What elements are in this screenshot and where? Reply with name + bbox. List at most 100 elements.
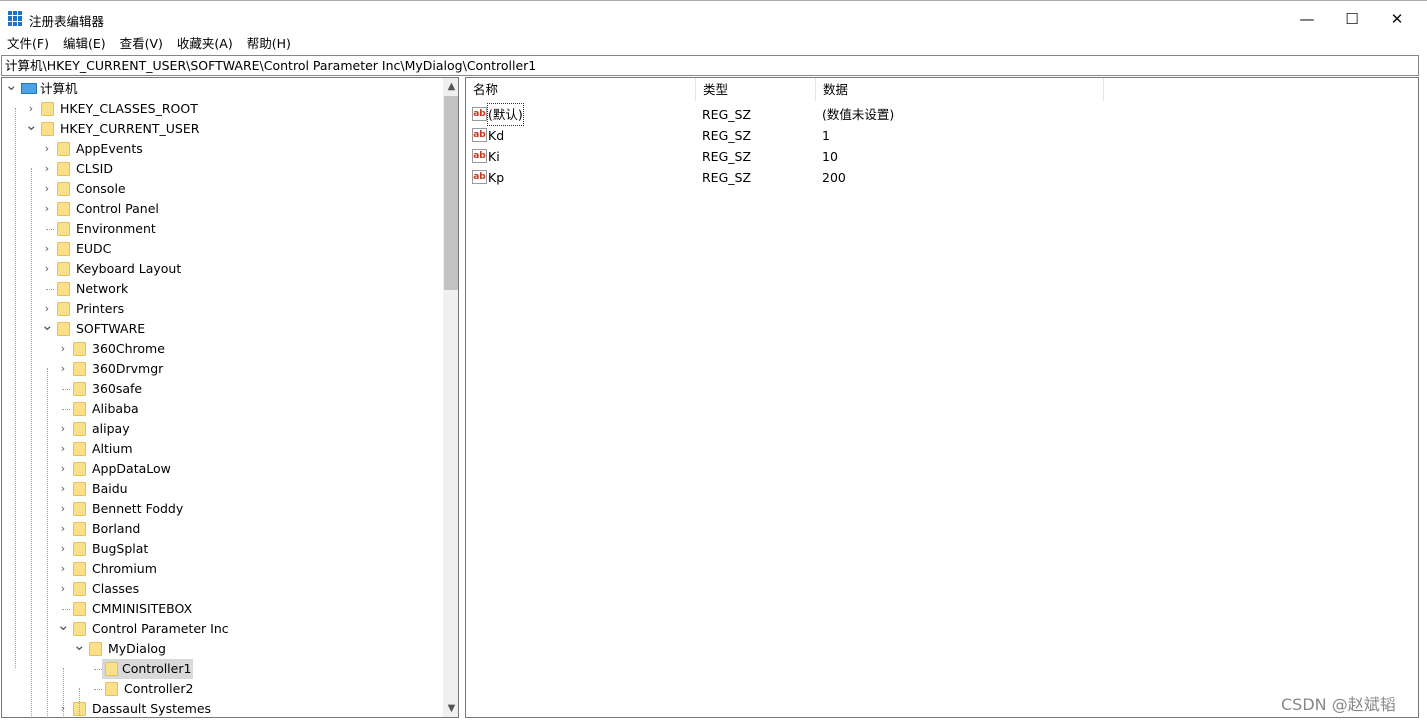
values-list[interactable]: 名称 类型 数据 ab (默认) REG_SZ (数值未设置) ab Kd REG…	[465, 77, 1419, 718]
column-type[interactable]: 类型	[696, 78, 816, 101]
address-bar[interactable]: 计算机\HKEY_CURRENT_USER\SOFTWARE\Control P…	[1, 55, 1419, 76]
folder-icon	[73, 402, 86, 416]
chevron-down-icon[interactable]: ⌄	[41, 315, 54, 335]
tree-item-label: Chromium	[92, 561, 157, 576]
column-data[interactable]: 数据	[816, 78, 1104, 101]
tree-item[interactable]: › Classes	[2, 579, 442, 599]
scroll-thumb[interactable]	[444, 96, 458, 290]
scroll-up-icon[interactable]: ▲	[443, 78, 458, 95]
menu-file[interactable]: 文件(F)	[0, 35, 56, 54]
tree-item[interactable]: › 360Drvmgr	[2, 359, 442, 379]
folder-icon	[41, 102, 54, 116]
tree-connector	[62, 409, 70, 410]
tree-item-label: Controller2	[124, 681, 194, 696]
tree-item[interactable]: › AppDataLow	[2, 459, 442, 479]
folder-icon	[105, 682, 118, 696]
chevron-right-icon[interactable]: ›	[57, 559, 69, 579]
tree-item[interactable]: 360safe	[2, 379, 442, 399]
tree-item-label: Console	[76, 181, 126, 196]
column-name[interactable]: 名称	[466, 78, 696, 101]
tree-item-label: BugSplat	[92, 541, 149, 556]
value-name: Kp	[488, 170, 505, 185]
chevron-down-icon[interactable]: ⌄	[73, 635, 86, 655]
tree-item[interactable]: Controller1	[2, 659, 442, 679]
chevron-right-icon[interactable]: ›	[57, 499, 69, 519]
chevron-down-icon[interactable]: ⌄	[25, 115, 38, 135]
tree-item[interactable]: Environment	[2, 219, 442, 239]
tree-item[interactable]: › AppEvents	[2, 139, 442, 159]
tree-item[interactable]: Alibaba	[2, 399, 442, 419]
chevron-right-icon[interactable]: ›	[41, 259, 53, 279]
maximize-button[interactable]: ☐	[1329, 1, 1375, 36]
chevron-right-icon[interactable]: ›	[41, 179, 53, 199]
tree-item-label: Classes	[92, 581, 140, 596]
tree-item-label: Baidu	[92, 481, 128, 496]
menu-favorites[interactable]: 收藏夹(A)	[170, 35, 240, 54]
tree-guide-line	[63, 668, 64, 717]
tree-item[interactable]: Controller2	[2, 679, 442, 699]
value-row[interactable]: ab Kd REG_SZ 1	[466, 125, 1366, 146]
window-title: 注册表编辑器	[29, 14, 105, 29]
chevron-right-icon[interactable]: ›	[57, 419, 69, 439]
tree-item[interactable]: › Control Panel	[2, 199, 442, 219]
folder-icon	[57, 222, 70, 236]
chevron-right-icon[interactable]: ›	[57, 359, 69, 379]
tree-item-label: Network	[76, 281, 129, 296]
chevron-right-icon[interactable]: ›	[57, 539, 69, 559]
tree-item[interactable]: › Baidu	[2, 479, 442, 499]
tree-item[interactable]: › EUDC	[2, 239, 442, 259]
tree-scrollbar[interactable]: ▲ ▼	[443, 78, 458, 717]
tree-item[interactable]: › BugSplat	[2, 539, 442, 559]
tree-connector	[94, 689, 102, 690]
chevron-right-icon[interactable]: ›	[41, 139, 53, 159]
tree-item[interactable]: › HKEY_CLASSES_ROOT	[2, 99, 442, 119]
tree-item[interactable]: ⌄ MyDialog	[2, 636, 442, 659]
value-name: Kd	[488, 128, 505, 143]
tree-item[interactable]: › Bennett Foddy	[2, 499, 442, 519]
tree-item[interactable]: ⌄ HKEY_CURRENT_USER	[2, 116, 442, 139]
tree-item[interactable]: › alipay	[2, 419, 442, 439]
chevron-right-icon[interactable]: ›	[57, 459, 69, 479]
value-name: (默认)	[487, 103, 524, 126]
scroll-down-icon[interactable]: ▼	[443, 700, 458, 717]
tree-item[interactable]: › Keyboard Layout	[2, 259, 442, 279]
tree-item[interactable]: Network	[2, 279, 442, 299]
tree-item[interactable]: › Borland	[2, 519, 442, 539]
chevron-right-icon[interactable]: ›	[57, 439, 69, 459]
tree-guide-line	[79, 688, 80, 717]
tree-item[interactable]: › 360Chrome	[2, 339, 442, 359]
tree-item[interactable]: › CLSID	[2, 159, 442, 179]
chevron-right-icon[interactable]: ›	[41, 239, 53, 259]
folder-icon	[73, 582, 86, 596]
tree-item[interactable]: › Console	[2, 179, 442, 199]
value-data: 200	[822, 170, 846, 185]
value-row[interactable]: ab (默认) REG_SZ (数值未设置)	[466, 103, 1366, 126]
chevron-right-icon[interactable]: ›	[41, 159, 53, 179]
tree-item-label: Control Parameter Inc	[92, 621, 229, 636]
folder-icon	[73, 382, 86, 396]
tree-item[interactable]: › Printers	[2, 299, 442, 319]
chevron-right-icon[interactable]: ›	[57, 339, 69, 359]
tree-item[interactable]: ⌄ Control Parameter Inc	[2, 616, 442, 639]
menu-help[interactable]: 帮助(H)	[240, 35, 298, 54]
value-row[interactable]: ab Kp REG_SZ 200	[466, 167, 1366, 188]
minimize-button[interactable]: —	[1284, 1, 1330, 36]
chevron-down-icon[interactable]: ⌄	[57, 615, 70, 635]
close-button[interactable]: ✕	[1374, 1, 1420, 36]
menu-view[interactable]: 查看(V)	[113, 35, 170, 54]
value-type: REG_SZ	[702, 128, 752, 143]
tree-item[interactable]: › Altium	[2, 439, 442, 459]
tree-item[interactable]: ⌄ 计算机	[2, 78, 442, 99]
tree-item[interactable]: ⌄ SOFTWARE	[2, 316, 442, 339]
tree-item[interactable]: › Dassault Systemes	[2, 699, 442, 717]
chevron-right-icon[interactable]: ›	[41, 199, 53, 219]
menu-edit[interactable]: 编辑(E)	[56, 35, 113, 54]
tree-item[interactable]: › Chromium	[2, 559, 442, 579]
chevron-right-icon[interactable]: ›	[57, 579, 69, 599]
registry-tree[interactable]: ▲ ▼ ⌄ 计算机 › HKEY_CLASSES_ROOT ⌄ HKEY_CURRENT_…	[1, 77, 459, 718]
value-row[interactable]: ab Ki REG_SZ 10	[466, 146, 1366, 167]
chevron-down-icon[interactable]: ⌄	[5, 78, 18, 95]
tree-item-label: Dassault Systemes	[92, 701, 212, 716]
chevron-right-icon[interactable]: ›	[57, 519, 69, 539]
chevron-right-icon[interactable]: ›	[57, 479, 69, 499]
